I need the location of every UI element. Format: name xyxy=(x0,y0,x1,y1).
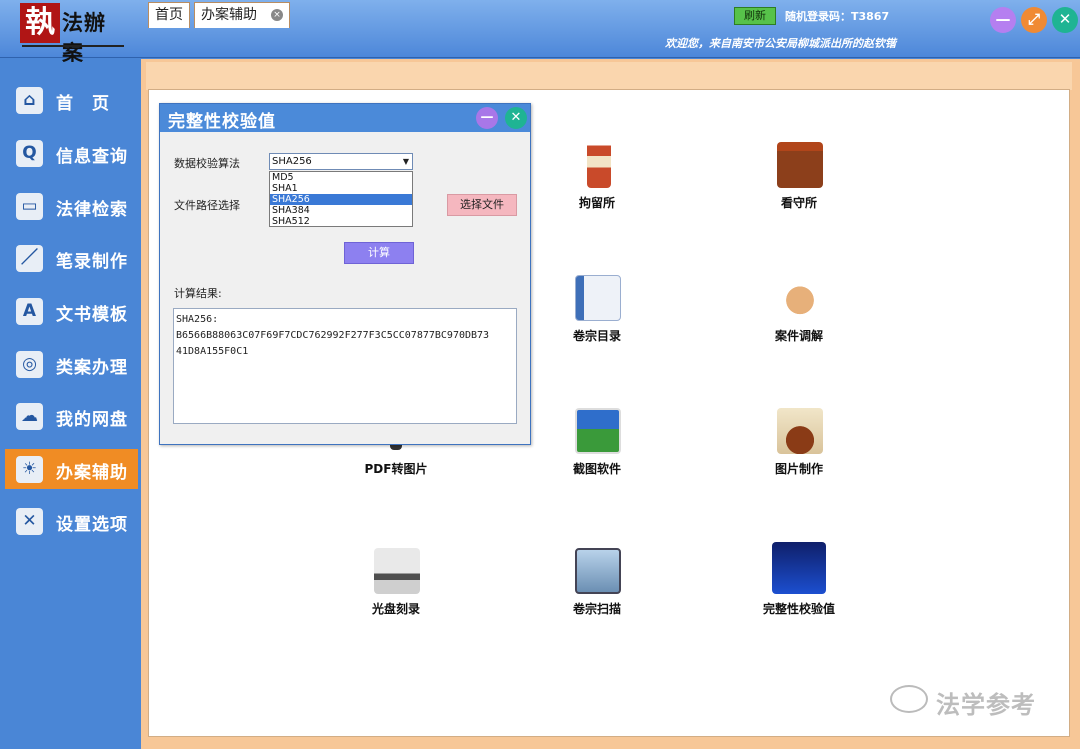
algorithm-label: 数据校验算法 xyxy=(174,157,240,170)
chevron-down-icon: ▼ xyxy=(402,157,409,166)
welcome-message: 欢迎您，来自南安市公安局柳城派出所的赵钦锴 xyxy=(665,37,896,50)
tab-label: 办案辅助 xyxy=(201,7,257,23)
option-sha512[interactable]: SHA512 xyxy=(270,216,412,227)
app-label: 卷宗扫描 xyxy=(572,602,621,616)
app-case-file-index[interactable]: 卷宗目录 xyxy=(537,275,657,355)
logo-text: 法辦案 xyxy=(62,10,106,65)
settings-icon: ✕ xyxy=(16,508,43,535)
tab-home[interactable]: 首页 xyxy=(148,2,190,28)
file-path-label: 文件路径选择 xyxy=(174,199,240,212)
sidebar-item-law-search[interactable]: ▭ 法律检索 xyxy=(5,186,138,226)
castle-icon xyxy=(777,142,823,188)
sidebar-item-label: 笔录制作 xyxy=(56,252,128,272)
scanner-icon xyxy=(575,548,621,594)
sidebar-item-label: 文书模板 xyxy=(56,305,128,325)
option-sha384[interactable]: SHA384 xyxy=(270,205,412,216)
app-label: 光盘刻录 xyxy=(371,602,420,616)
app-detention-house[interactable]: 看守所 xyxy=(739,142,859,222)
tab-close-icon[interactable]: × xyxy=(271,9,283,21)
integrity-check-dialog: 完整性校验值 — ✕ 数据校验算法 SHA256 ▼ MD5 SHA1 SHA2… xyxy=(159,103,531,445)
close-icon[interactable]: ✕ xyxy=(1052,7,1078,33)
option-sha256[interactable]: SHA256 xyxy=(270,194,412,205)
algorithm-selected-value: SHA256 xyxy=(272,156,312,167)
sidebar-item-transcript[interactable]: ／ 笔录制作 xyxy=(5,238,138,278)
app-label: 卷宗目录 xyxy=(572,329,621,343)
sidebar-item-label: 信息查询 xyxy=(56,147,128,167)
minimize-icon[interactable]: — xyxy=(990,7,1016,33)
result-line: SHA256: xyxy=(176,314,219,325)
sidebar-item-home[interactable]: ⌂ 首 页 xyxy=(5,80,138,120)
app-image-maker[interactable]: 图片制作 xyxy=(739,408,859,488)
app-label: 图片制作 xyxy=(774,462,823,476)
lighthouse-icon xyxy=(587,142,611,188)
sidebar-item-label: 设置选项 xyxy=(56,515,128,535)
sidebar-item-label: 首 页 xyxy=(56,94,110,114)
logo-seal: 執 xyxy=(20,3,60,43)
option-sha1[interactable]: SHA1 xyxy=(270,183,412,194)
result-line: 41D8A155F0C1 xyxy=(176,346,249,357)
choose-file-button[interactable]: 选择文件 xyxy=(447,194,517,216)
app-label: 完整性校验值 xyxy=(762,602,835,616)
assist-icon: ☀ xyxy=(16,456,43,483)
disc-burner-icon xyxy=(374,548,420,594)
app-label: 案件调解 xyxy=(774,329,823,343)
cloud-drive-icon: ☁ xyxy=(16,403,43,430)
app-screenshot[interactable]: 截图软件 xyxy=(537,408,657,488)
wechat-icon xyxy=(890,685,928,713)
sidebar-item-cloud-drive[interactable]: ☁ 我的网盘 xyxy=(5,396,138,436)
template-icon: A xyxy=(16,298,43,325)
globe-icon: ◎ xyxy=(16,351,43,378)
watermark-text: 法学参考 xyxy=(936,691,1036,719)
minimize-icon[interactable]: — xyxy=(476,107,498,129)
stamp-icon xyxy=(777,408,823,454)
app-logo: 執 法辦案 xyxy=(20,3,126,65)
tab-case-assist[interactable]: 办案辅助 × xyxy=(194,2,290,28)
close-icon[interactable]: ✕ xyxy=(505,107,527,129)
sidebar-item-label: 办案辅助 xyxy=(56,463,128,483)
dialog-title-bar[interactable]: 完整性校验值 — ✕ xyxy=(160,104,530,132)
app-detention-center[interactable]: 拘留所 xyxy=(537,142,657,222)
sidebar: ⌂ 首 页 Q 信息查询 ▭ 法律检索 ／ 笔录制作 A 文书模板 ◎ 类案办理… xyxy=(0,62,141,749)
screenshot-icon xyxy=(575,408,621,454)
sidebar-item-settings[interactable]: ✕ 设置选项 xyxy=(5,501,138,541)
sidebar-item-label: 我的网盘 xyxy=(56,410,128,430)
notebook-icon xyxy=(575,275,621,321)
watermark: 法学参考 xyxy=(890,683,1050,719)
app-label: PDF转图片 xyxy=(364,462,428,476)
app-case-file-scan[interactable]: 卷宗扫描 xyxy=(537,548,657,628)
tab-strip xyxy=(146,62,1072,90)
calculate-button[interactable]: 计算 xyxy=(344,242,414,264)
sidebar-item-templates[interactable]: A 文书模板 xyxy=(5,291,138,331)
refresh-button[interactable]: 刷新 xyxy=(734,7,776,25)
handshake-icon xyxy=(777,275,823,321)
app-integrity-check[interactable]: 完整性校验值 xyxy=(739,542,859,622)
sidebar-item-label: 法律检索 xyxy=(56,200,128,220)
pen-icon: ／ xyxy=(16,245,43,272)
app-disc-burning[interactable]: 光盘刻录 xyxy=(336,548,456,628)
maximize-icon[interactable]: ⤢ xyxy=(1021,7,1047,33)
sidebar-item-label: 类案办理 xyxy=(56,358,128,378)
app-label: 看守所 xyxy=(780,196,817,210)
folder-icon: ▭ xyxy=(16,193,43,220)
sidebar-item-info-query[interactable]: Q 信息查询 xyxy=(5,133,138,173)
result-textarea[interactable]: SHA256: B6566B88063C07F69F7CDC762992F277… xyxy=(173,308,517,424)
sidebar-item-similar-cases[interactable]: ◎ 类案办理 xyxy=(5,344,138,384)
app-label: 拘留所 xyxy=(578,196,615,210)
home-icon: ⌂ xyxy=(16,87,43,114)
algorithm-options-list: MD5 SHA1 SHA256 SHA384 SHA512 xyxy=(269,171,413,227)
result-label: 计算结果: xyxy=(174,287,222,300)
sidebar-item-case-assist[interactable]: ☀ 办案辅助 xyxy=(5,449,138,489)
login-code: 随机登录码：T3867 xyxy=(785,10,890,23)
dialog-title: 完整性校验值 xyxy=(168,112,276,132)
algorithm-select[interactable]: SHA256 ▼ xyxy=(269,153,413,170)
option-md5[interactable]: MD5 xyxy=(270,172,412,183)
search-icon: Q xyxy=(16,140,43,167)
app-label: 截图软件 xyxy=(572,462,621,476)
app-case-mediation[interactable]: 案件调解 xyxy=(739,275,859,355)
hash-check-icon xyxy=(772,542,826,594)
result-line: B6566B88063C07F69F7CDC762992F277F3C5CC07… xyxy=(176,330,490,341)
